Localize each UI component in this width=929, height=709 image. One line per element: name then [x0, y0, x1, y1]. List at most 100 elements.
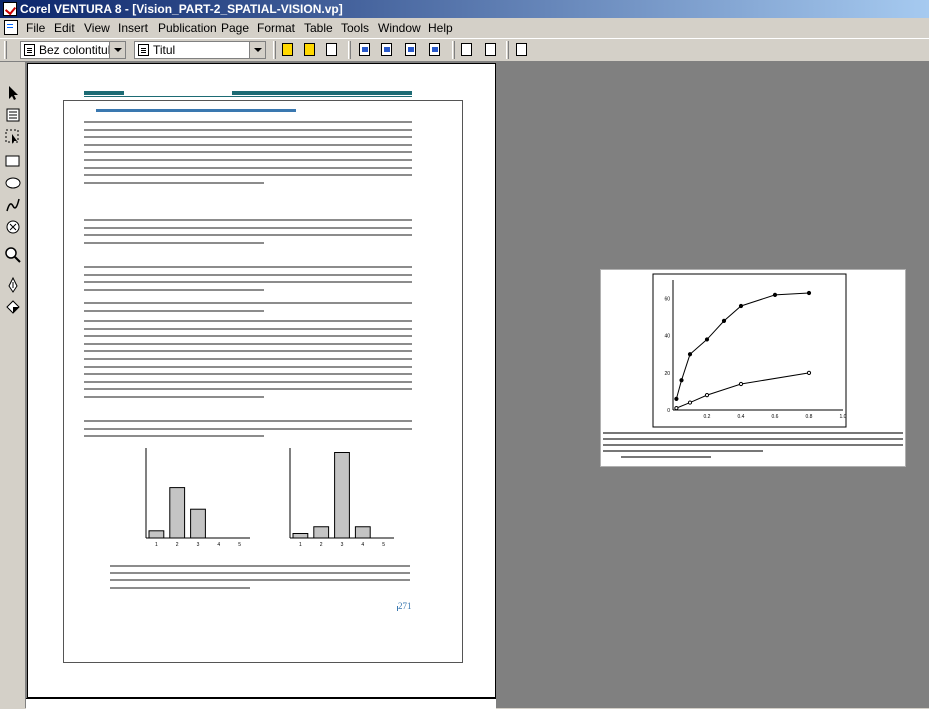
node-tool[interactable]	[4, 128, 22, 146]
columns-icon	[516, 43, 527, 56]
frame-settings-button[interactable]	[301, 41, 319, 59]
bar-left	[148, 530, 165, 539]
text-line	[84, 388, 412, 390]
crop-tool[interactable]	[4, 218, 22, 236]
text-line	[84, 435, 264, 437]
text-line	[84, 335, 412, 337]
tool-palette	[0, 62, 26, 708]
section-heading	[96, 109, 296, 112]
contrast-response-chart: 0.2 0.4 0.6 0.8 1.0 0 20 40 60	[652, 273, 847, 428]
next-paper[interactable]	[26, 698, 496, 709]
toolbar-grip[interactable]	[452, 41, 455, 59]
text-line	[84, 167, 412, 169]
property-toolbar: Bez colontitula Titul	[0, 39, 929, 62]
running-head	[84, 91, 412, 97]
ellipse-tool[interactable]	[4, 174, 22, 192]
x-tick-label: 3	[341, 542, 344, 548]
bar-right	[354, 526, 371, 539]
rectangle-tool[interactable]	[4, 152, 22, 170]
node-tool-icon	[5, 129, 19, 144]
text-tool[interactable]	[4, 106, 22, 124]
menu-view[interactable]: View	[84, 20, 110, 36]
y-tick-label: 0	[667, 408, 670, 414]
ellipse-tool-icon	[5, 177, 21, 189]
header-button[interactable]	[458, 41, 476, 59]
text-line	[84, 396, 264, 398]
x-tick-label: 1	[155, 542, 158, 548]
text-line	[84, 381, 412, 383]
zoom-tool-icon	[5, 247, 21, 263]
toolbar-grip[interactable]	[348, 41, 351, 59]
data-point	[738, 303, 744, 309]
ventura-app-icon[interactable]	[3, 2, 17, 16]
data-point	[772, 292, 778, 297]
tag-combo[interactable]: Titul	[134, 41, 266, 59]
text-line	[84, 159, 412, 161]
x-tick-label: 0.4	[738, 414, 745, 420]
x-tick-label: 0.8	[806, 414, 813, 420]
frame-delete-button[interactable]	[323, 41, 341, 59]
menu-insert[interactable]: Insert	[118, 20, 148, 36]
columns-button[interactable]	[513, 41, 531, 59]
menu-table[interactable]: Table	[304, 20, 333, 36]
outline-tool[interactable]	[4, 276, 22, 294]
footer-button[interactable]	[482, 41, 500, 59]
menu-file[interactable]: File	[26, 20, 45, 36]
title-bar: Corel VENTURA 8 - [Vision_PART-2_SPATIAL…	[0, 0, 929, 18]
chapter-title	[232, 91, 412, 95]
plot-frame	[652, 273, 847, 428]
paragraph-tag-icon	[138, 44, 149, 56]
menu-window[interactable]: Window	[378, 20, 421, 36]
menu-tools[interactable]: Tools	[341, 20, 369, 36]
text-tool-icon	[6, 108, 20, 122]
freehand-tool-icon	[6, 198, 20, 212]
delete-page-button[interactable]	[378, 41, 396, 59]
x-tick-label: 5	[382, 542, 385, 548]
numbering-button[interactable]	[426, 41, 444, 59]
toolbar-grip[interactable]	[4, 41, 7, 59]
chevron-down-icon[interactable]	[109, 42, 125, 58]
text-line	[84, 266, 412, 268]
menu-publication[interactable]: Publication	[158, 20, 217, 36]
x-tick-label: 2	[320, 542, 323, 548]
freehand-tool[interactable]	[4, 196, 22, 214]
menu-page[interactable]: Page	[221, 20, 249, 36]
page-counter-icon	[405, 43, 416, 56]
x-tick-label: 3	[197, 542, 200, 548]
x-tick-label: 2	[176, 542, 179, 548]
text-line	[84, 227, 412, 229]
new-frame-button[interactable]	[279, 41, 297, 59]
y-tick-label: 40	[664, 334, 670, 340]
header-rule	[84, 96, 412, 97]
text-line	[84, 310, 264, 312]
frame-settings-icon	[304, 43, 315, 56]
header-icon	[461, 43, 472, 56]
insert-page-button[interactable]	[356, 41, 374, 59]
data-point	[674, 396, 679, 401]
text-line	[84, 151, 412, 153]
document-icon[interactable]	[4, 20, 18, 35]
toolbar-grip[interactable]	[506, 41, 509, 59]
data-point	[721, 318, 727, 323]
menu-edit[interactable]: Edit	[54, 20, 75, 36]
menu-help[interactable]: Help	[428, 20, 453, 36]
caption-line	[603, 432, 903, 434]
text-line	[84, 328, 412, 330]
menu-format[interactable]: Format	[257, 20, 295, 36]
pick-tool[interactable]	[4, 84, 22, 102]
chapter-label	[84, 91, 124, 95]
page-counter-button[interactable]	[402, 41, 420, 59]
data-point	[674, 406, 679, 411]
page-layout-combo[interactable]: Bez colontitula	[20, 41, 126, 59]
text-line	[84, 358, 412, 360]
page-number-text: 271	[398, 601, 412, 611]
numbering-icon	[429, 43, 440, 56]
x-tick-label: 4	[361, 542, 364, 548]
fill-tool[interactable]	[4, 298, 22, 316]
y-tick-label: 20	[664, 371, 670, 377]
toolbar-grip[interactable]	[273, 41, 276, 59]
figure-frame-4-10[interactable]: 0.2 0.4 0.6 0.8 1.0 0 20 40 60	[600, 269, 906, 467]
bar-left	[169, 487, 186, 539]
zoom-tool[interactable]	[4, 246, 22, 264]
chevron-down-icon[interactable]	[249, 42, 265, 58]
